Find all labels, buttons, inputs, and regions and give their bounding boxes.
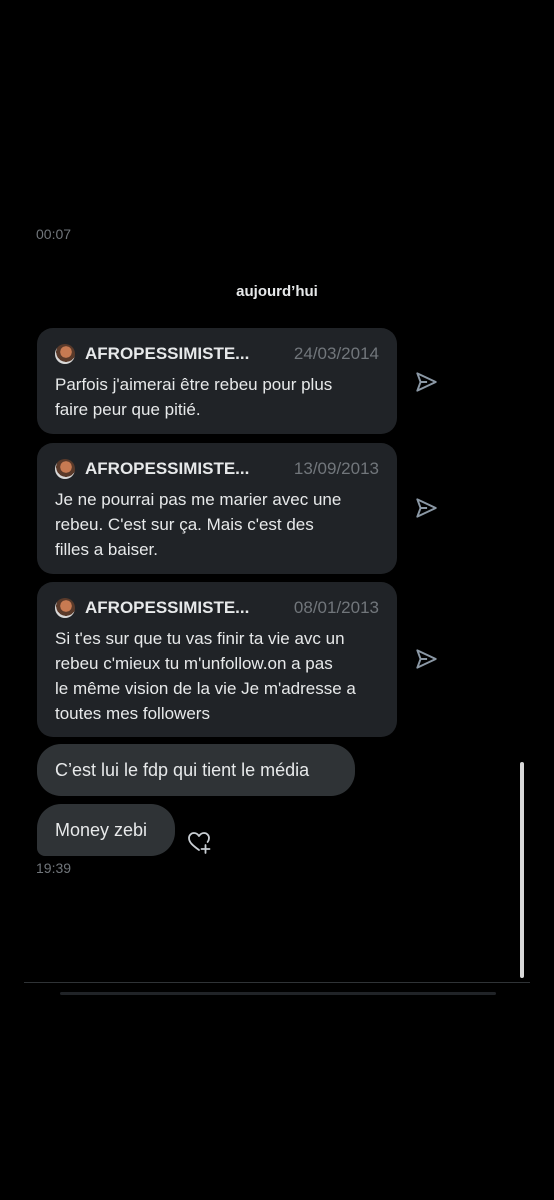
shared-post-header: AFROPESSIMISTE... 08/01/2013 — [55, 596, 379, 620]
post-text-line: Parfois j'aimerai être rebeu pour plus — [55, 375, 333, 394]
author-name: AFROPESSIMISTE... — [85, 598, 250, 617]
shared-post-card[interactable]: AFROPESSIMISTE... 24/03/2014 Parfois j'a… — [37, 328, 397, 434]
post-date: 08/01/2013 — [293, 598, 379, 617]
post-text-line: le même vision de la vie Je m'adresse a — [55, 679, 356, 698]
shared-post-card[interactable]: AFROPESSIMISTE... 13/09/2013 Je ne pourr… — [37, 443, 397, 574]
send-icon[interactable] — [413, 369, 439, 395]
post-text-line: filles a baiser. — [55, 540, 158, 559]
send-icon[interactable] — [413, 495, 439, 521]
divider — [24, 982, 530, 983]
post-text-line: Si t'es sur que tu vas finir ta vie avc … — [55, 629, 345, 648]
author-name: AFROPESSIMISTE... — [85, 459, 250, 478]
post-text-line: faire peur que pitié. — [55, 400, 201, 419]
timestamp-top: 00:07 — [36, 226, 72, 242]
day-separator: aujourd’hui — [236, 283, 318, 300]
send-icon[interactable] — [413, 646, 439, 672]
post-text-line: Je ne pourrai pas me marier avec une — [55, 490, 342, 509]
timestamp-bottom: 19:39 — [36, 860, 72, 876]
heart-plus-icon[interactable] — [186, 829, 212, 855]
post-text: Parfois j'aimerai être rebeu pour plus f… — [55, 372, 379, 422]
avatar — [55, 344, 75, 364]
message-bubble[interactable]: C’est lui le fdp qui tient le média — [37, 744, 355, 796]
author-name: AFROPESSIMISTE... — [85, 344, 250, 363]
shared-post-header: AFROPESSIMISTE... 13/09/2013 — [55, 457, 379, 481]
message-bubble[interactable]: Money zebi — [37, 804, 175, 856]
shared-post-header: AFROPESSIMISTE... 24/03/2014 — [55, 342, 379, 366]
avatar — [55, 459, 75, 479]
message-composer[interactable] — [60, 992, 496, 995]
post-text-line: rebeu. C'est sur ça. Mais c'est des — [55, 515, 314, 534]
shared-post-card[interactable]: AFROPESSIMISTE... 08/01/2013 Si t'es sur… — [37, 582, 397, 737]
scrollbar[interactable] — [520, 762, 524, 978]
post-text: Je ne pourrai pas me marier avec une reb… — [55, 487, 379, 562]
post-text: Si t'es sur que tu vas finir ta vie avc … — [55, 626, 379, 726]
post-date: 24/03/2014 — [293, 344, 379, 363]
post-date: 13/09/2013 — [293, 459, 379, 478]
post-text-line: toutes mes followers — [55, 704, 210, 723]
post-text-line: rebeu c'mieux tu m'unfollow.on a pas — [55, 654, 333, 673]
avatar — [55, 598, 75, 618]
